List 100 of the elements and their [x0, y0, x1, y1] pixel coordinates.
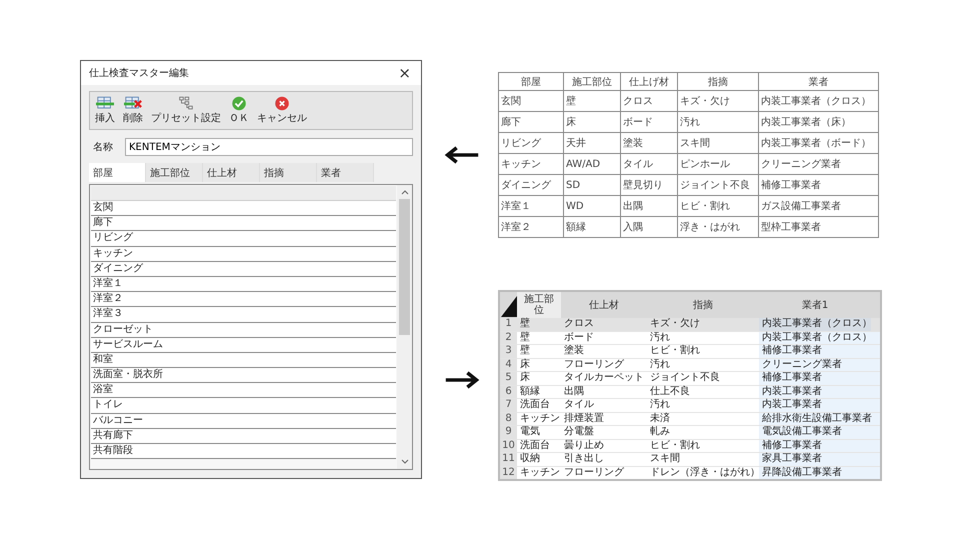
table-cell: 収納 — [517, 452, 561, 466]
list-item[interactable]: 共有廊下 — [91, 428, 396, 444]
toolbar-button[interactable]: 挿入 — [92, 92, 118, 129]
tab[interactable]: 施工部位 — [146, 163, 203, 182]
table-cell: 内装工事業者（クロス） — [758, 90, 878, 112]
column-header[interactable]: 業者1 — [759, 291, 871, 318]
row-number[interactable]: 3 — [499, 344, 517, 358]
list-item[interactable]: クローゼット — [91, 322, 396, 338]
tree-icon — [177, 96, 195, 111]
column-header: 部屋 — [498, 72, 564, 90]
table-cell: ダイニング — [498, 174, 564, 196]
tab[interactable]: 指摘 — [260, 163, 317, 182]
table-cell: 内装工事業者 — [759, 385, 871, 398]
toolbar-button[interactable]: 削除 — [120, 92, 146, 129]
right-arrow — [444, 371, 480, 389]
list-item[interactable]: サービスルーム — [91, 338, 396, 353]
table-cell: ヒビ・割れ — [647, 439, 759, 452]
table-cell: リビング — [498, 132, 564, 154]
list-item[interactable]: トイレ — [91, 398, 396, 414]
table-cell: ドレン（浮き・はがれ） — [647, 466, 759, 480]
row-number[interactable]: 8 — [499, 412, 517, 426]
list-item[interactable]: 玄関 — [91, 201, 396, 216]
table-cell: ヒビ・割れ — [647, 344, 759, 358]
list-item[interactable]: ダイニング — [91, 262, 396, 277]
table-cell: キッチン — [517, 466, 561, 480]
table-cell: 洗面台 — [517, 398, 561, 412]
table-cell: AW/AD — [564, 154, 620, 174]
table-cell: 未済 — [647, 412, 759, 426]
table-delete-icon — [124, 96, 142, 111]
list-item[interactable]: 浴室 — [91, 383, 396, 398]
cancel-icon — [273, 96, 291, 111]
table-cell: 額縁 — [564, 216, 620, 238]
list-item[interactable]: 共有階段 — [91, 444, 396, 460]
table-cell: タイル — [620, 154, 678, 174]
table-cell: 塗装 — [620, 132, 678, 154]
table-cell: 床 — [564, 112, 620, 132]
close-button[interactable]: × — [396, 66, 413, 80]
table-cell: 内装工事業者 — [759, 398, 871, 412]
table-cell: タイルカーペット — [561, 372, 647, 385]
list-item[interactable]: 和室 — [91, 352, 396, 368]
scroll-thumb[interactable] — [399, 199, 410, 335]
table-cell: 天井 — [564, 132, 620, 154]
list-item[interactable]: 洗面室・脱衣所 — [91, 368, 396, 384]
list-item[interactable]: バルコニー — [91, 414, 396, 429]
scrollbar[interactable] — [397, 185, 412, 469]
table-cell: ボード — [620, 112, 678, 132]
row-number[interactable]: 5 — [499, 372, 517, 385]
row-number[interactable]: 2 — [499, 331, 517, 344]
table-cell: 電気 — [517, 426, 561, 439]
table-cell: 補修工事業者 — [758, 174, 878, 196]
table-cell: ヒビ・割れ — [678, 196, 758, 216]
table-cell: 洗面台 — [517, 439, 561, 452]
table-cell: 汚れ — [678, 112, 758, 132]
table-cell: 給排水衛生設備工事業者 — [759, 412, 871, 426]
table-cell: 分電盤 — [561, 426, 647, 439]
tab[interactable]: 部屋 — [89, 163, 146, 182]
list-item[interactable]: 洋室２ — [91, 292, 396, 308]
table-cell: 壁見切り — [620, 174, 678, 196]
list-item[interactable]: キッチン — [91, 246, 396, 262]
table-cell: ピンホール — [678, 154, 758, 174]
list-item[interactable]: リビング — [91, 231, 396, 247]
list-item[interactable]: 廊下 — [91, 216, 396, 232]
list-item[interactable]: 洋室３ — [91, 307, 396, 322]
column-header[interactable]: 仕上材 — [561, 291, 647, 318]
table-cell: クロス — [561, 318, 647, 331]
column-header[interactable]: 指摘 — [647, 291, 759, 318]
row-number[interactable]: 12 — [499, 466, 517, 480]
table-cell: 塗装 — [561, 344, 647, 358]
table-cell: 額縁 — [517, 385, 561, 398]
row-number[interactable]: 7 — [499, 398, 517, 412]
row-number[interactable]: 11 — [499, 452, 517, 466]
table-cell: ボード — [561, 331, 647, 344]
name-field[interactable]: KENTEMマンション — [125, 138, 413, 156]
row-number[interactable]: 6 — [499, 385, 517, 398]
toolbar-button[interactable]: キャンセル — [254, 92, 310, 129]
row-number[interactable]: 1 — [499, 318, 517, 331]
column-header: 指摘 — [678, 72, 758, 90]
table-cell: キズ・欠け — [678, 90, 758, 112]
row-number[interactable]: 9 — [499, 426, 517, 439]
table-cell: キッチン — [498, 154, 564, 174]
table-cell: 型枠工事業者 — [758, 216, 878, 238]
table-cell: 家具工事業者 — [759, 452, 871, 466]
table-cell: 床 — [517, 372, 561, 385]
column-header[interactable]: 施工部位 — [517, 291, 561, 318]
table-cell: 内装工事業者（クロス） — [759, 318, 871, 331]
column-header: 業者 — [758, 72, 878, 90]
table-cell: 内装工事業者（床） — [758, 112, 878, 132]
table-cell: 壁 — [517, 318, 561, 331]
table-cell: 補修工事業者 — [759, 344, 871, 358]
table-cell: 洋室２ — [498, 216, 564, 238]
table-cell: スキ間 — [647, 452, 759, 466]
tab[interactable]: 仕上材 — [203, 163, 260, 182]
table-cell: 出隅 — [620, 196, 678, 216]
tab[interactable]: 業者 — [317, 163, 374, 182]
row-number[interactable]: 4 — [499, 358, 517, 372]
table-cell: 曇り止め — [561, 439, 647, 452]
row-number[interactable]: 10 — [499, 439, 517, 452]
toolbar-button[interactable]: プリセット設定 — [148, 92, 224, 129]
list-item[interactable]: 洋室１ — [91, 276, 396, 292]
toolbar-button[interactable]: ＯＫ — [226, 92, 252, 129]
